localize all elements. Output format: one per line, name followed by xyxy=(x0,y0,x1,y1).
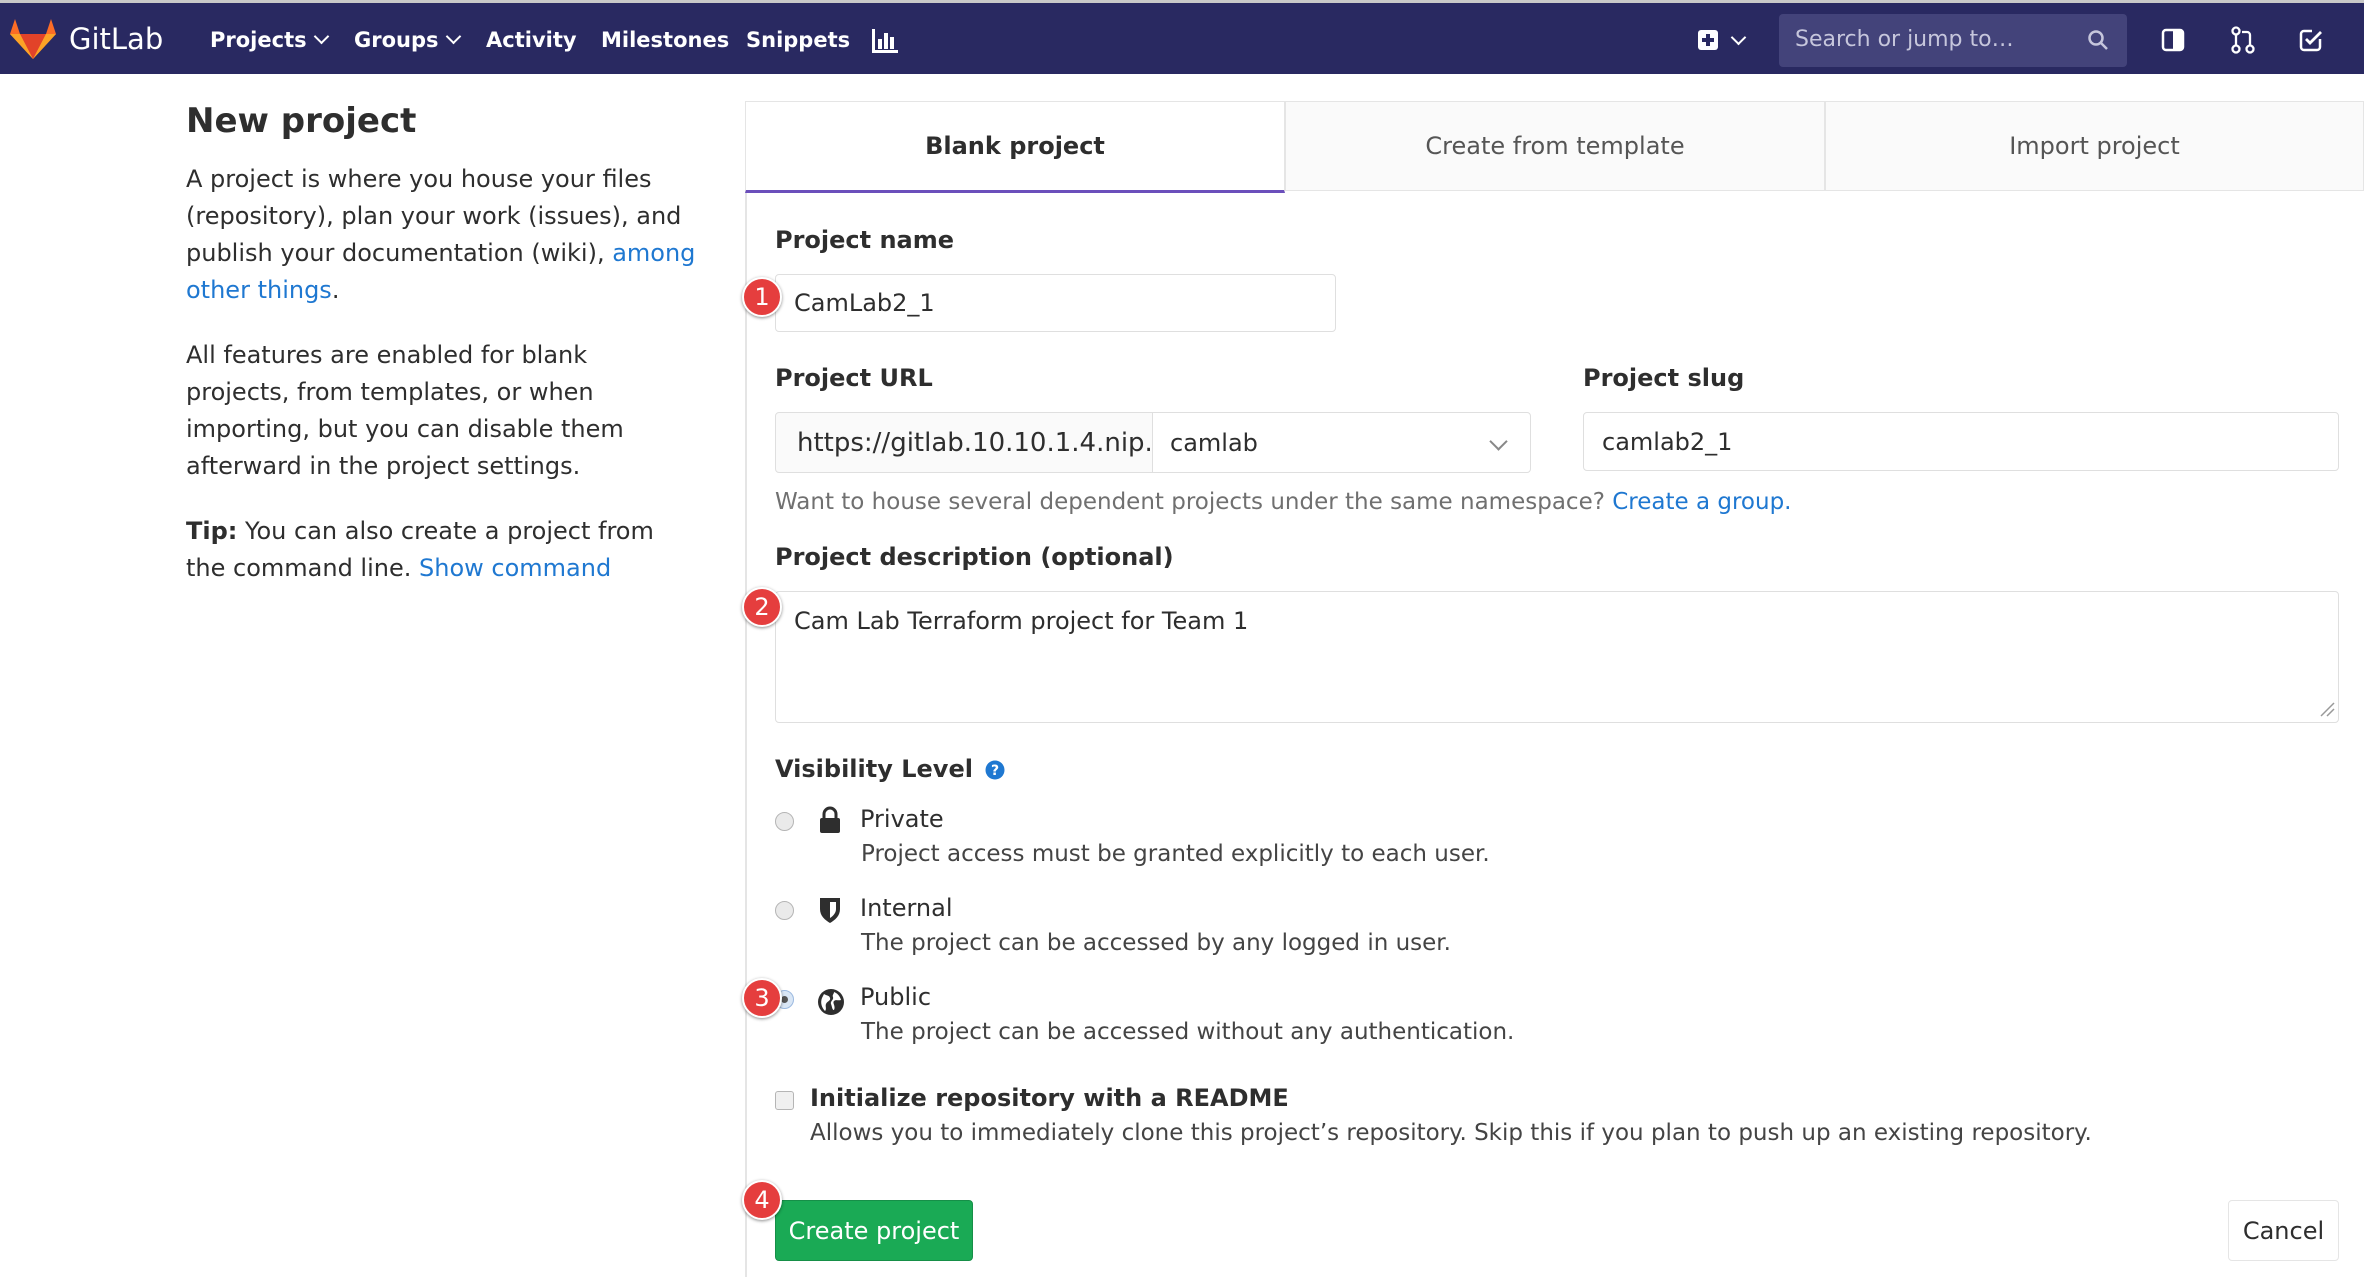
features-paragraph: All features are enabled for blank proje… xyxy=(186,341,624,480)
gitlab-logo-icon[interactable] xyxy=(10,19,56,59)
project-url-label: Project URL xyxy=(775,364,933,392)
tab-blank-project[interactable]: Blank project xyxy=(745,101,1285,193)
project-tabs: Blank project Create from template Impor… xyxy=(745,101,2364,193)
create-group-link[interactable]: Create a group. xyxy=(1612,489,1791,515)
visibility-internal-desc: The project can be accessed by any logge… xyxy=(861,930,1451,956)
visibility-public-desc: The project can be accessed without any … xyxy=(861,1019,1515,1045)
project-slug-label: Project slug xyxy=(1583,364,1745,392)
nav-projects-label: Projects xyxy=(210,28,307,52)
chevron-down-icon xyxy=(445,28,461,45)
nav-groups[interactable]: Groups xyxy=(354,28,461,52)
page-title: New project xyxy=(186,101,417,141)
visibility-internal-radio[interactable] xyxy=(775,901,794,920)
svg-text:?: ? xyxy=(991,763,999,779)
visibility-internal-label[interactable]: Internal xyxy=(860,894,953,922)
visibility-private-radio[interactable] xyxy=(775,812,794,831)
description-value: Cam Lab Terraform project for Team 1 xyxy=(794,607,1249,635)
namespace-help-text: Want to house several dependent projects… xyxy=(775,489,1613,515)
annotation-badge-2: 2 xyxy=(742,587,782,627)
tab-create-from-template[interactable]: Create from template xyxy=(1285,101,1825,191)
nav-activity[interactable]: Activity xyxy=(486,28,577,52)
todo-check-icon[interactable] xyxy=(2298,27,2324,53)
namespace-select[interactable]: camlab xyxy=(1152,412,1531,473)
search-input[interactable]: Search or jump to… xyxy=(1779,14,2127,67)
nav-projects[interactable]: Projects xyxy=(210,28,329,52)
initialize-readme-label[interactable]: Initialize repository with a README xyxy=(810,1084,1289,1112)
plus-square-icon xyxy=(1698,30,1718,50)
search-icon xyxy=(2088,30,2108,50)
help-icon[interactable]: ? xyxy=(985,760,1005,780)
project-slug-input[interactable]: camlab2_1 xyxy=(1583,412,2339,471)
nav-milestones[interactable]: Milestones xyxy=(601,28,729,52)
chart-icon[interactable] xyxy=(872,29,898,53)
namespace-help: Want to house several dependent projects… xyxy=(775,489,1791,515)
annotation-badge-4: 4 xyxy=(742,1180,782,1220)
lock-icon xyxy=(820,806,840,833)
new-dropdown[interactable] xyxy=(1697,29,1747,55)
project-description-label: Project description (optional) xyxy=(775,543,1174,571)
visibility-private-label[interactable]: Private xyxy=(860,805,944,833)
merge-request-icon[interactable] xyxy=(2230,26,2256,54)
brand-name[interactable]: GitLab xyxy=(69,22,163,56)
todo-panel-icon[interactable] xyxy=(2160,27,2186,53)
visibility-level-text: Visibility Level xyxy=(775,755,973,783)
globe-icon xyxy=(818,989,844,1015)
intro-end: . xyxy=(331,276,340,304)
visibility-level-label: Visibility Level ? xyxy=(775,755,1005,783)
tip-paragraph: Tip: You can also create a project from … xyxy=(186,513,696,587)
tab-import-project[interactable]: Import project xyxy=(1825,101,2364,191)
show-command-link[interactable]: Show command xyxy=(419,554,611,582)
intro-text: A project is where you house your files … xyxy=(186,165,682,267)
project-url-prefix: https://gitlab.10.10.1.4.nip.io/ xyxy=(775,412,1153,473)
project-name-input[interactable]: CamLab2_1 xyxy=(775,274,1336,332)
project-description-textarea[interactable]: Cam Lab Terraform project for Team 1 xyxy=(775,591,2339,723)
search-placeholder: Search or jump to… xyxy=(1795,27,2014,52)
visibility-public-label[interactable]: Public xyxy=(860,983,931,1011)
visibility-private-desc: Project access must be granted explicitl… xyxy=(861,841,1490,867)
shield-icon xyxy=(820,898,840,923)
chevron-down-icon xyxy=(1730,29,1747,46)
intro-paragraph: A project is where you house your files … xyxy=(186,161,696,309)
resize-handle-icon[interactable] xyxy=(2319,701,2335,717)
cancel-button[interactable]: Cancel xyxy=(2228,1200,2339,1261)
chevron-down-icon xyxy=(313,28,329,45)
annotation-badge-3: 3 xyxy=(742,978,782,1018)
project-name-label: Project name xyxy=(775,226,955,254)
create-project-button[interactable]: Create project xyxy=(775,1200,973,1261)
initialize-readme-desc: Allows you to immediately clone this pro… xyxy=(810,1120,2092,1146)
namespace-value: camlab xyxy=(1170,428,1258,457)
initialize-readme-checkbox[interactable] xyxy=(775,1091,794,1110)
top-navbar: GitLab Projects Groups Activity Mileston… xyxy=(0,0,2364,74)
annotation-badge-1: 1 xyxy=(742,277,782,317)
nav-snippets[interactable]: Snippets xyxy=(746,28,850,52)
tip-label: Tip: xyxy=(186,517,238,545)
nav-groups-label: Groups xyxy=(354,28,439,52)
